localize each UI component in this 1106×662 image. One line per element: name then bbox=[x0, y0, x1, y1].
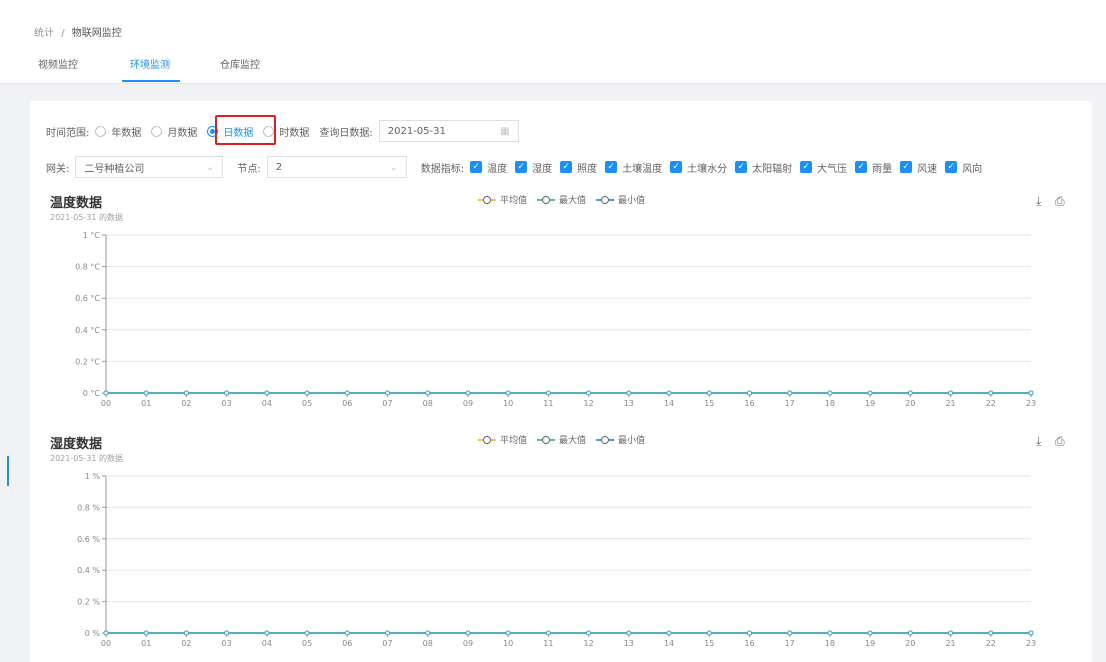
checkbox-label: 太阳辐射 bbox=[752, 163, 793, 175]
legend-line-icon bbox=[596, 435, 615, 445]
chart-legend: 平均值 最大值 最小值 bbox=[478, 433, 655, 446]
checkbox-label: 雨量 bbox=[872, 163, 893, 175]
legend-item-min[interactable]: 最小值 bbox=[596, 433, 645, 446]
check-icon: ✓ bbox=[735, 161, 748, 173]
checkbox-wind-speed[interactable]: ✓ 风速 bbox=[900, 160, 937, 175]
date-value: 2021-05-31 bbox=[387, 125, 446, 137]
side-scroll-indicator bbox=[7, 456, 9, 486]
checkbox-label: 土壤温度 bbox=[622, 163, 663, 175]
legend-line-icon bbox=[478, 435, 496, 445]
radio-circle-icon bbox=[151, 125, 163, 137]
legend-line-icon bbox=[478, 195, 496, 205]
legend-line-icon bbox=[537, 435, 556, 445]
legend-label: 最大值 bbox=[559, 436, 587, 446]
checkbox-humidity[interactable]: ✓ 湿度 bbox=[515, 160, 552, 175]
node-label: 节点: bbox=[237, 163, 261, 175]
download-icon[interactable]: ⤓ bbox=[1036, 434, 1041, 449]
top-header: 统计 / 物联网监控 视频监控 环境监测 仓库监控 bbox=[0, 0, 1106, 84]
node-select[interactable]: 2 ⌄ bbox=[266, 156, 407, 178]
print-icon[interactable]: ⎙ bbox=[1055, 434, 1065, 449]
checkbox-air-pressure[interactable]: ✓ 大气压 bbox=[800, 160, 847, 175]
checkbox-illuminance[interactable]: ✓ 照度 bbox=[560, 160, 597, 175]
calendar-icon: ▦ bbox=[500, 125, 510, 137]
checkbox-soil-temperature[interactable]: ✓ 土壤温度 bbox=[605, 160, 662, 175]
checkbox-label: 温度 bbox=[487, 163, 508, 175]
legend-item-max[interactable]: 最大值 bbox=[537, 433, 586, 446]
chevron-down-icon: ⌄ bbox=[389, 161, 398, 173]
checkbox-label: 照度 bbox=[577, 163, 598, 175]
query-day-label: 查询日数据: bbox=[319, 127, 373, 139]
active-tab-indicator bbox=[122, 80, 180, 82]
checkbox-rainfall[interactable]: ✓ 雨量 bbox=[855, 160, 892, 175]
download-icon[interactable]: ⤓ bbox=[1036, 194, 1041, 209]
gateway-value: 二号种植公司 bbox=[84, 163, 145, 175]
radio-month-data[interactable]: 月数据 bbox=[151, 124, 197, 139]
check-icon: ✓ bbox=[855, 161, 868, 173]
tab-environment-monitoring[interactable]: 环境监测 bbox=[130, 56, 170, 71]
metrics-label: 数据指标: bbox=[420, 163, 465, 175]
check-icon: ✓ bbox=[800, 161, 813, 173]
node-value: 2 bbox=[275, 161, 283, 173]
time-range-row: 时间范围: 年数据 月数据 日数据 时数据 查询日数据: 2021-05-31 … bbox=[46, 120, 519, 142]
checkbox-label: 风向 bbox=[962, 163, 983, 175]
legend-item-min[interactable]: 最小值 bbox=[596, 193, 645, 206]
legend-label: 最大值 bbox=[559, 196, 587, 206]
checkbox-temperature[interactable]: ✓ 温度 bbox=[470, 160, 507, 175]
legend-label: 平均值 bbox=[500, 196, 528, 206]
check-icon: ✓ bbox=[900, 161, 913, 173]
chart-subtitle: 2021-05-31 的数据 bbox=[50, 454, 124, 463]
legend-label: 平均值 bbox=[500, 436, 528, 446]
radio-circle-icon bbox=[95, 125, 107, 137]
breadcrumb: 统计 / 物联网监控 bbox=[34, 24, 122, 39]
check-icon: ✓ bbox=[470, 161, 483, 173]
print-icon[interactable]: ⎙ bbox=[1055, 194, 1065, 209]
chart-legend: 平均值 最大值 最小值 bbox=[478, 193, 655, 206]
chevron-down-icon: ⌄ bbox=[205, 161, 215, 173]
checkbox-wind-direction[interactable]: ✓ 风向 bbox=[945, 160, 982, 175]
legend-line-icon bbox=[596, 195, 615, 205]
check-icon: ✓ bbox=[605, 161, 618, 173]
checkbox-label: 土壤水分 bbox=[687, 163, 728, 175]
check-icon: ✓ bbox=[560, 161, 573, 173]
breadcrumb-current: 物联网监控 bbox=[71, 28, 122, 39]
legend-label: 最小值 bbox=[618, 196, 646, 206]
time-range-label: 时间范围: bbox=[46, 127, 90, 139]
tab-video-monitoring[interactable]: 视频监控 bbox=[38, 56, 78, 71]
gateway-row: 网关: 二号种植公司 ⌄ 节点: 2 ⌄ 数据指标: ✓ 温度 ✓ 湿度 ✓ 照度 ✓… bbox=[46, 156, 990, 178]
highlight-box bbox=[215, 115, 276, 145]
radio-label: 月数据 bbox=[167, 127, 198, 139]
breadcrumb-parent[interactable]: 统计 bbox=[34, 28, 54, 39]
checkbox-solar-radiation[interactable]: ✓ 太阳辐射 bbox=[735, 160, 792, 175]
legend-label: 最小值 bbox=[618, 436, 646, 446]
check-icon: ✓ bbox=[515, 161, 528, 173]
chart-subtitle: 2021-05-31 的数据 bbox=[50, 213, 124, 222]
checkbox-label: 大气压 bbox=[817, 163, 848, 175]
checkbox-label: 湿度 bbox=[532, 163, 553, 175]
radio-label: 年数据 bbox=[111, 127, 142, 139]
breadcrumb-separator: / bbox=[61, 28, 65, 39]
legend-item-average[interactable]: 平均值 bbox=[478, 433, 527, 446]
content-card bbox=[30, 101, 1092, 662]
legend-line-icon bbox=[537, 195, 556, 205]
legend-item-max[interactable]: 最大值 bbox=[537, 193, 586, 206]
check-icon: ✓ bbox=[670, 161, 683, 173]
date-picker-input[interactable]: 2021-05-31 ▦ bbox=[378, 120, 519, 142]
chart-title: 温度数据 bbox=[50, 196, 103, 211]
gateway-label: 网关: bbox=[46, 163, 70, 175]
legend-item-average[interactable]: 平均值 bbox=[478, 193, 527, 206]
checkbox-label: 风速 bbox=[917, 163, 938, 175]
check-icon: ✓ bbox=[945, 161, 958, 173]
checkbox-soil-moisture[interactable]: ✓ 土壤水分 bbox=[670, 160, 727, 175]
radio-label: 时数据 bbox=[279, 127, 310, 139]
tab-warehouse-monitoring[interactable]: 仓库监控 bbox=[220, 56, 260, 71]
gateway-select[interactable]: 二号种植公司 ⌄ bbox=[75, 156, 224, 178]
radio-year-data[interactable]: 年数据 bbox=[95, 124, 141, 139]
chart-title: 湿度数据 bbox=[50, 437, 103, 452]
